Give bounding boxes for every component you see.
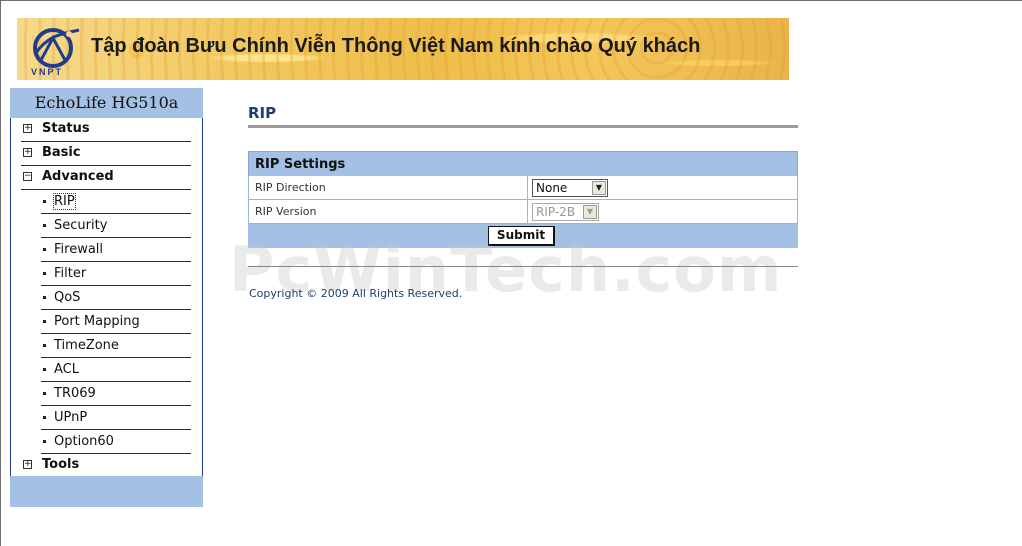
sidebar-subitem-label: UPnP [54, 410, 88, 425]
dropdown-arrow-icon: ▼ [592, 181, 606, 195]
sidebar-item-label: Basic [42, 145, 81, 160]
bullet-icon [43, 272, 46, 275]
rip-version-select[interactable]: RIP-2B ▼ [532, 203, 599, 221]
bullet-icon [43, 416, 46, 419]
expand-icon: + [23, 147, 32, 157]
sidebar-subitem-rip[interactable]: RIP [41, 190, 191, 214]
sidebar-subitem-label: Port Mapping [54, 314, 140, 329]
sidebar-subitem-label: Filter [54, 266, 87, 281]
sidebar-subitem-label: RIP [53, 193, 76, 210]
rip-version-row: RIP Version RIP-2B ▼ [248, 200, 798, 224]
sidebar-subitem-filter[interactable]: Filter [41, 262, 191, 286]
rip-version-value: RIP-2B [536, 205, 576, 219]
rip-direction-value: None [536, 181, 568, 195]
sidebar-footer [10, 476, 203, 507]
sidebar-subitem-upnp[interactable]: UPnP [41, 406, 191, 430]
collapse-icon: − [23, 171, 32, 181]
bullet-icon [43, 440, 46, 443]
sidebar-item-label: Status [42, 121, 90, 136]
column-divider [527, 200, 528, 223]
sidebar-subitem-timezone[interactable]: TimeZone [41, 334, 191, 358]
bullet-icon [43, 344, 46, 347]
vnpt-banner: VNPT Tập đoàn Bưu Chính Viễn Thông Việt … [17, 18, 789, 80]
expand-icon: + [23, 459, 32, 469]
vnpt-logo-text: VNPT [31, 67, 64, 77]
device-title: EchoLife HG510a [10, 88, 203, 118]
sidebar-item-basic[interactable]: + Basic [21, 142, 191, 166]
sidebar-item-status[interactable]: + Status [21, 118, 191, 142]
title-divider [248, 125, 798, 128]
bullet-icon [43, 368, 46, 371]
expand-icon: + [23, 123, 32, 133]
rip-direction-row: RIP Direction None ▼ [248, 176, 798, 200]
bullet-icon [43, 296, 46, 299]
sidebar-subitem-qos[interactable]: QoS [41, 286, 191, 310]
sidebar-subitem-label: Security [54, 218, 108, 233]
sidebar-subitem-label: QoS [54, 290, 81, 305]
dropdown-arrow-icon: ▼ [583, 205, 597, 219]
rip-direction-select[interactable]: None ▼ [532, 179, 608, 197]
bullet-icon [43, 320, 46, 323]
sidebar-subitem-label: ACL [54, 362, 79, 377]
column-divider [527, 176, 528, 199]
bullet-icon [43, 392, 46, 395]
sidebar-subitem-option60[interactable]: Option60 [41, 430, 191, 454]
sidebar-subitem-label: Option60 [54, 434, 114, 449]
sidebar-subitem-tr069[interactable]: TR069 [41, 382, 191, 406]
footer-divider [248, 266, 798, 267]
sidebar-subitem-label: TR069 [54, 386, 96, 401]
panel-title: RIP Settings [248, 151, 798, 176]
sidebar-menu: + Status + Basic − Advanced RIP Security… [10, 118, 203, 476]
sidebar-subitem-port-mapping[interactable]: Port Mapping [41, 310, 191, 334]
sidebar-subitem-acl[interactable]: ACL [41, 358, 191, 382]
sidebar-subitem-security[interactable]: Security [41, 214, 191, 238]
sidebar-subitem-firewall[interactable]: Firewall [41, 238, 191, 262]
rip-direction-label: RIP Direction [255, 181, 326, 194]
sidebar-item-label: Advanced [42, 169, 114, 184]
bullet-icon [43, 224, 46, 227]
page-title: RIP [248, 104, 277, 122]
sidebar-item-label: Tools [42, 457, 80, 472]
rip-version-label: RIP Version [255, 205, 317, 218]
bullet-icon [43, 200, 46, 203]
sidebar-item-advanced[interactable]: − Advanced [21, 166, 191, 190]
sidebar-subitem-label: TimeZone [54, 338, 119, 353]
sidebar: EchoLife HG510a + Status + Basic − Advan… [10, 88, 203, 507]
copyright-text: Copyright © 2009 All Rights Reserved. [249, 287, 463, 300]
sidebar-subitem-label: Firewall [54, 242, 104, 257]
banner-title: Tập đoàn Bưu Chính Viễn Thông Việt Nam k… [91, 35, 701, 57]
sidebar-item-tools[interactable]: + Tools [21, 454, 191, 478]
bullet-icon [43, 248, 46, 251]
